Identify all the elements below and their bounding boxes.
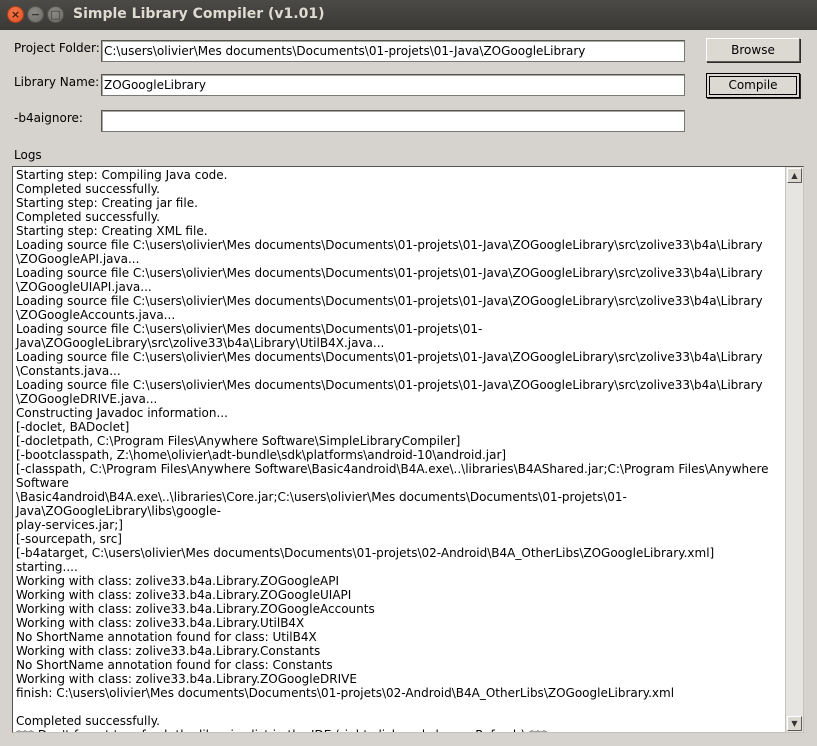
title-bar[interactable]: × − □ Simple Library Compiler (v1.01) xyxy=(0,0,817,30)
scroll-down-arrow-icon[interactable]: ▼ xyxy=(787,716,802,731)
compile-button[interactable]: Compile xyxy=(706,73,800,98)
logs-scrollbar[interactable]: ▲ ▼ xyxy=(785,167,803,732)
window-title: Simple Library Compiler (v1.01) xyxy=(73,6,325,22)
logs-textarea[interactable]: Starting step: Compiling Java code. Comp… xyxy=(12,166,804,733)
logs-text: Starting step: Compiling Java code. Comp… xyxy=(16,168,769,732)
b4aignore-label: -b4aignore: xyxy=(14,111,83,125)
browse-button[interactable]: Browse xyxy=(706,38,800,62)
library-name-label: Library Name: xyxy=(14,75,100,89)
project-folder-label: Project Folder: xyxy=(14,41,100,55)
close-window-button[interactable]: × xyxy=(7,6,24,23)
b4aignore-input[interactable] xyxy=(101,110,685,132)
maximize-window-button[interactable]: □ xyxy=(47,6,64,23)
scroll-up-arrow-icon[interactable]: ▲ xyxy=(787,168,802,183)
minimize-window-button[interactable]: − xyxy=(27,6,44,23)
project-folder-input[interactable]: C:\users\olivier\Mes documents\Documents… xyxy=(101,40,685,62)
library-name-input[interactable]: ZOGoogleLibrary xyxy=(101,74,685,96)
logs-label: Logs xyxy=(14,148,42,162)
